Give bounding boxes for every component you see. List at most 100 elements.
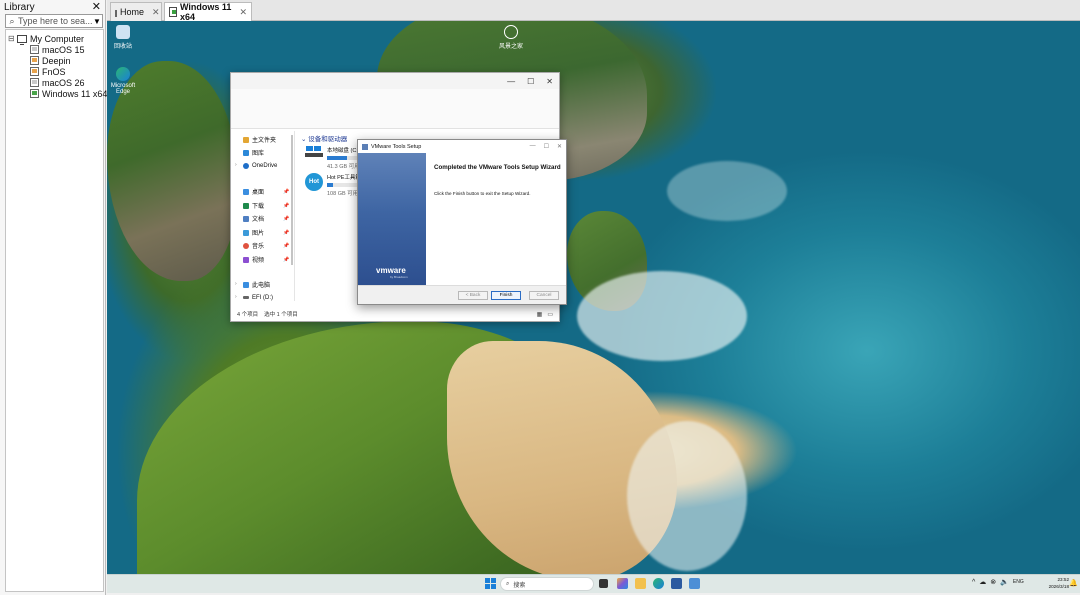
minimize-button[interactable]: — [530, 143, 536, 150]
vmware-tools-icon[interactable] [689, 578, 700, 589]
tiles-view-icon[interactable]: ▭ [547, 311, 553, 318]
expand-icon[interactable]: › [235, 281, 237, 287]
system-tray: ^ ☁ ⊗ 🔈 ENG [972, 578, 1024, 587]
windows-drive-icon [305, 146, 323, 160]
pin-icon[interactable]: 📌 [283, 203, 289, 209]
section-header[interactable]: ⌄ 设备和驱动器 [301, 133, 347, 143]
tab-windows-11[interactable]: Windows 11 x64 ✕ [164, 2, 252, 22]
expand-icon[interactable]: › [235, 162, 237, 168]
close-button[interactable]: ✕ [557, 143, 562, 150]
wallpaper-icon [504, 25, 518, 39]
vmware-logo: vmware [376, 266, 406, 275]
volume-icon[interactable]: 🔈 [1000, 578, 1009, 586]
maximize-button[interactable]: ☐ [527, 77, 534, 86]
cancel-button[interactable]: Cancel [529, 291, 559, 300]
notification-icon[interactable]: 🔔 [1069, 579, 1078, 587]
tree-item-vm[interactable]: macOS 26 [30, 77, 85, 88]
desktop-icon-label: 风景之家 [498, 44, 523, 50]
document-icon [243, 215, 249, 222]
pin-icon[interactable]: 📌 [283, 216, 289, 222]
explorer-toolbar [231, 89, 559, 129]
clock[interactable]: 23:52 2026/3/18 [1035, 576, 1069, 590]
download-icon [243, 202, 249, 209]
pin-icon[interactable]: 📌 [283, 189, 289, 195]
gallery-icon [243, 149, 249, 156]
edge-icon[interactable] [653, 578, 664, 589]
desktop-icon-recycle-bin[interactable]: 回收站 [107, 25, 143, 50]
tree-item-my-computer[interactable]: ⊟ My Computer [8, 33, 84, 45]
setup-titlebar: VMware Tools Setup — ☐ ✕ [358, 140, 566, 153]
library-search-input[interactable]: ⌕ Type here to sea... ▼ [5, 14, 103, 28]
minimize-button[interactable]: — [507, 77, 515, 86]
tab-bar: Home ✕ Windows 11 x64 ✕ [107, 0, 1080, 22]
vm-icon [30, 45, 39, 54]
drive-icon [243, 296, 249, 299]
pin-icon[interactable]: 📌 [283, 230, 289, 236]
nav-item-label: 主文件夹 [252, 138, 277, 144]
nav-item-gallery[interactable]: 图库 [243, 148, 264, 157]
vm-running-icon [30, 89, 39, 98]
desktop-icon-label: Microsoft Edge [110, 83, 136, 95]
store-icon[interactable] [671, 578, 682, 589]
file-explorer-icon[interactable] [635, 578, 646, 589]
start-button[interactable] [485, 578, 496, 589]
vm-icon [30, 67, 39, 76]
nav-scrollbar[interactable] [291, 135, 293, 265]
vmware-tray-icon[interactable]: ⊗ [990, 578, 996, 586]
language-indicator[interactable]: ENG [1013, 579, 1024, 585]
desktop-icon-edge[interactable]: Microsoft Edge [107, 67, 143, 95]
network-icon[interactable]: ☁ [979, 578, 986, 586]
drive-name: Hot PE工具箱 [327, 175, 361, 181]
tab-home[interactable]: Home ✕ [110, 2, 162, 21]
close-tab-icon[interactable]: ✕ [152, 7, 160, 18]
nav-item-onedrive[interactable]: OneDrive [243, 161, 277, 170]
nav-item-label: 图库 [252, 151, 265, 157]
vmware-tools-setup-dialog[interactable]: VMware Tools Setup — ☐ ✕ vmware by Broad… [357, 139, 567, 305]
taskbar-search[interactable]: ⌕ 搜索 [500, 577, 594, 591]
pin-icon[interactable]: 📌 [283, 257, 289, 263]
vm-icon [30, 78, 39, 87]
nav-item-efi[interactable]: EFI (D:) [243, 293, 273, 302]
nav-item-home[interactable]: 主文件夹 [243, 135, 276, 144]
drive-usage-bar [327, 156, 357, 160]
nav-item-label: 视频 [252, 258, 265, 264]
desktop-icon-wallpaper[interactable]: 风景之家 [491, 25, 531, 50]
nav-item-music[interactable]: 音乐 📌 [243, 241, 289, 250]
computer-icon [17, 34, 27, 45]
tree-item-vm[interactable]: macOS 15 [30, 44, 85, 55]
nav-item-videos[interactable]: 视频 📌 [243, 255, 289, 264]
maximize-button[interactable]: ☐ [544, 143, 549, 150]
clock-time: 23:52 [1057, 577, 1070, 582]
desktop-icon [243, 188, 249, 195]
copilot-icon[interactable] [617, 578, 628, 589]
nav-item-desktop[interactable]: 桌面 📌 [243, 187, 289, 196]
library-panel: Library ✕ ⌕ Type here to sea... ▼ ⊟ My C… [0, 0, 107, 595]
drive-c[interactable]: 本地磁盘 (C:) 41.3 GB 可用 [305, 146, 360, 170]
close-tab-icon[interactable]: ✕ [239, 7, 247, 18]
view-toggle-group: ▦ ▭ [537, 311, 553, 318]
guest-desktop[interactable]: 回收站 Microsoft Edge 风景之家 — ☐ ✕ 主文件夹 图库 › [107, 21, 1080, 574]
close-button[interactable]: ✕ [546, 77, 553, 86]
surf-foam [667, 161, 787, 221]
nav-item-pictures[interactable]: 图片 📌 [243, 228, 289, 237]
details-view-icon[interactable]: ▦ [537, 311, 543, 318]
expand-icon[interactable]: › [235, 294, 237, 300]
nav-item-documents[interactable]: 文档 📌 [243, 214, 289, 223]
tree-item-vm-active[interactable]: Windows 11 x64 [30, 88, 107, 99]
collapse-icon[interactable]: ⊟ [8, 34, 17, 43]
tree-item-vm[interactable]: FnOS [30, 66, 66, 77]
home-folder-icon [243, 136, 249, 143]
pin-icon[interactable]: 📌 [283, 243, 289, 249]
tab-label: Windows 11 x64 [179, 2, 232, 22]
library-close-icon[interactable]: ✕ [92, 1, 101, 13]
task-view-icon[interactable] [599, 579, 608, 588]
tray-overflow-icon[interactable]: ^ [972, 579, 975, 586]
nav-item-downloads[interactable]: 下载 📌 [243, 201, 289, 210]
library-search-placeholder: Type here to sea... [18, 16, 92, 26]
chevron-down-icon[interactable]: ▼ [92, 17, 102, 26]
finish-button[interactable]: Finish [491, 291, 521, 300]
tree-item-vm[interactable]: Deepin [30, 55, 71, 66]
drive-hotpe[interactable]: Hot Hot PE工具箱 108 GB 可用 [305, 173, 361, 197]
nav-item-this-pc[interactable]: 此电脑 [243, 280, 270, 289]
back-button[interactable]: < Back [458, 291, 488, 300]
